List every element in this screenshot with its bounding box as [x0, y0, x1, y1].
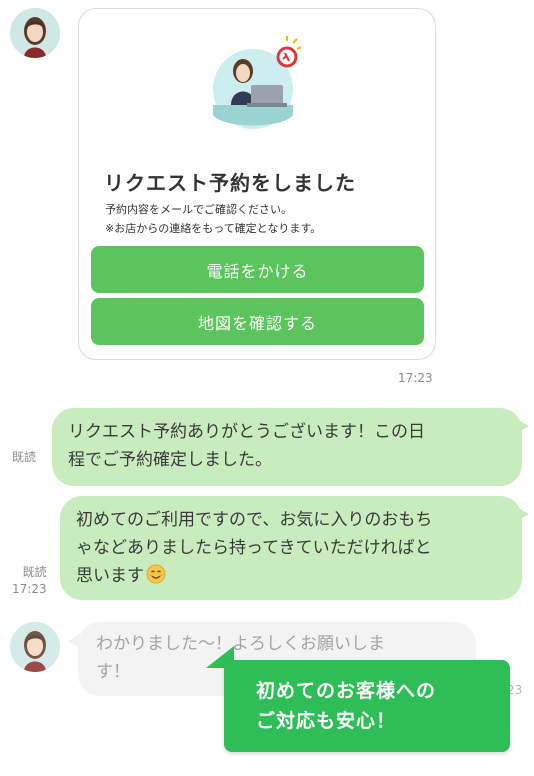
- callout-line: 初めてのお客様への: [256, 680, 437, 702]
- message-line: リクエスト予約ありがとうございます！この日: [68, 422, 425, 442]
- smiling-face-icon: [146, 564, 166, 584]
- read-label: 既読: [22, 565, 47, 579]
- callout-line: ご対応も安心！: [256, 710, 397, 732]
- woman-avatar-icon: [10, 622, 60, 672]
- message-bubble[interactable]: リクエスト予約ありがとうございます！この日 程でご予約確定しました。: [52, 408, 522, 486]
- promo-callout: 初めてのお客様への ご対応も安心！: [224, 660, 510, 752]
- map-button[interactable]: 地図を確認する: [91, 298, 424, 345]
- customer-avatar[interactable]: [10, 622, 60, 672]
- reply-line: わかりました〜！よろしくお願いしま: [96, 634, 385, 654]
- operator-laptop-icon: [213, 36, 302, 129]
- bubble-tail: [515, 506, 529, 522]
- message-line: 程でご予約確定しました。: [68, 450, 272, 470]
- card-desc-line: ※お店からの連絡をもって確定となります。: [105, 222, 322, 235]
- card-title: リクエスト予約をしました: [104, 171, 356, 195]
- woman-avatar-icon: [10, 8, 60, 58]
- read-receipt: 既読: [12, 450, 37, 464]
- card-timestamp: 17:23: [398, 371, 433, 385]
- message-timestamp: 17:23: [12, 582, 47, 596]
- shop-avatar[interactable]: [10, 8, 60, 58]
- message-line: ゃなどありましたら持ってきていただければと: [76, 538, 432, 558]
- message-bubble[interactable]: 初めてのご利用ですので、お気に入りのおもち ゃなどありましたら持ってきていただけ…: [60, 496, 522, 600]
- card-description: 予約内容をメールでご確認ください。 ※お店からの連絡をもって確定となります。: [105, 200, 321, 238]
- read-receipt: 既読 17:23: [12, 564, 47, 598]
- call-button[interactable]: 電話をかける: [91, 246, 424, 293]
- message-line: 初めてのご利用ですので、お気に入りのおもち: [76, 510, 433, 530]
- message-line: 思います: [76, 562, 506, 590]
- message-line-text: 思います: [76, 566, 144, 586]
- reservation-card: リクエスト予約をしました 予約内容をメールでご確認ください。 ※お店からの連絡を…: [78, 8, 436, 360]
- bubble-tail: [515, 418, 529, 434]
- card-desc-line: 予約内容をメールでご確認ください。: [105, 203, 292, 216]
- operator-illustration: [213, 35, 302, 131]
